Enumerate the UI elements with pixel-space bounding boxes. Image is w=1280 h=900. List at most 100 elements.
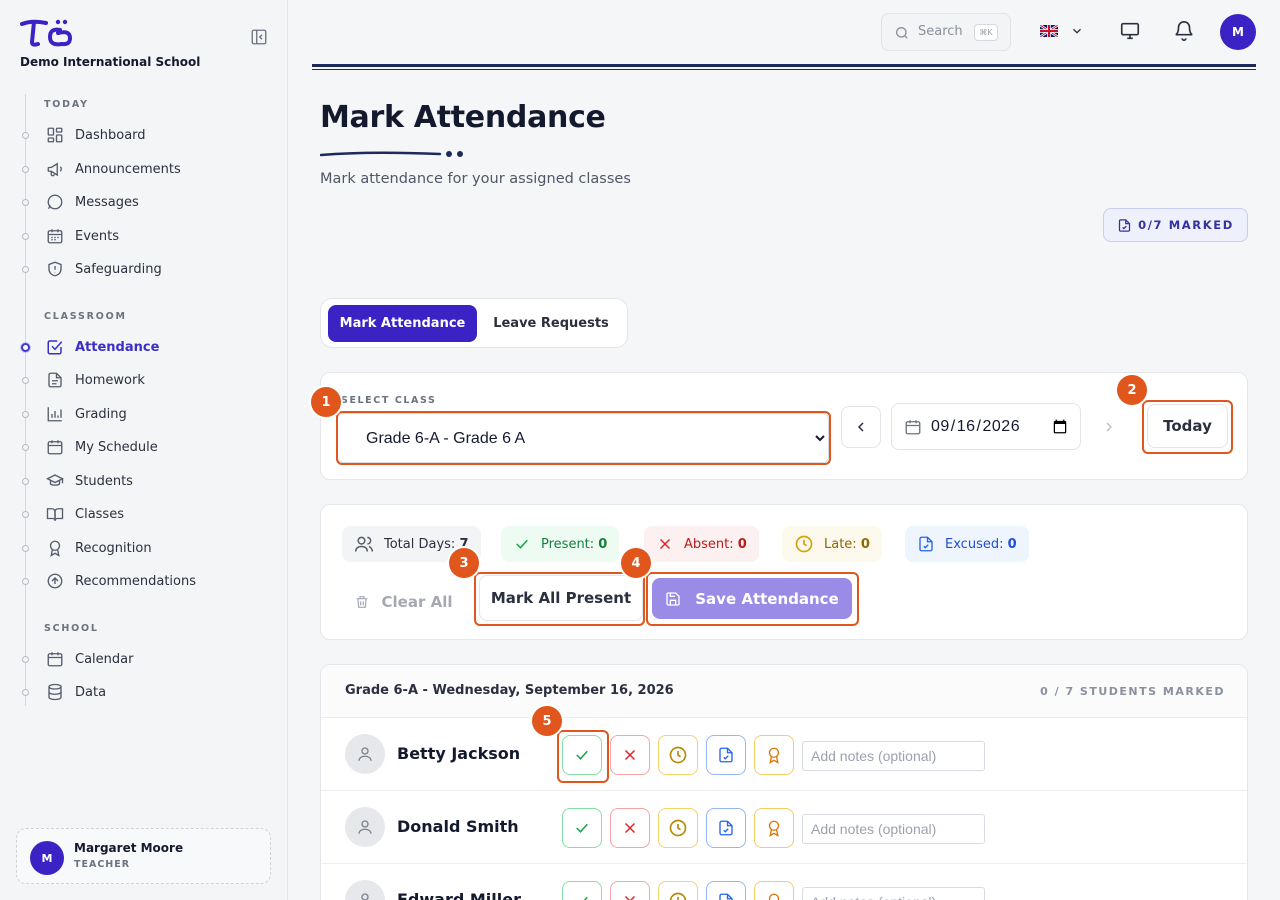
page-title: Mark Attendance <box>320 100 606 135</box>
logo-icon <box>20 19 73 47</box>
chevron-down-icon <box>1070 24 1084 38</box>
sidebar-item-data[interactable]: Data <box>0 677 286 707</box>
students-marked-count: 0 / 7 STUDENTS MARKED <box>1040 685 1225 698</box>
sidebar-item-messages[interactable]: Messages <box>0 187 286 217</box>
bar-chart-icon <box>46 405 64 423</box>
check-icon <box>576 750 588 760</box>
page-subtitle: Mark attendance for your assigned classe… <box>320 171 631 187</box>
mark-present-button[interactable] <box>562 735 602 775</box>
trash-icon <box>356 596 367 608</box>
date-picker[interactable] <box>891 403 1081 450</box>
date-input[interactable] <box>930 413 1070 441</box>
avatar: M <box>30 841 64 875</box>
mark-excused-button[interactable] <box>706 735 746 775</box>
calendar-icon <box>46 438 64 456</box>
mark-late-button[interactable] <box>658 808 698 848</box>
collapse-sidebar-button[interactable] <box>250 28 268 46</box>
monitor-icon[interactable] <box>1119 20 1141 42</box>
mark-present-button[interactable] <box>562 808 602 848</box>
tab-mark-attendance[interactable]: Mark Attendance <box>328 305 477 342</box>
megaphone-icon <box>46 160 64 178</box>
sidebar-item-calendar[interactable]: Calendar <box>0 644 286 674</box>
top-user-avatar[interactable]: M <box>1220 14 1256 50</box>
nav-dot <box>22 510 29 518</box>
user-name: Margaret Moore <box>74 841 184 855</box>
next-day-button[interactable] <box>1089 406 1129 448</box>
x-icon <box>624 749 636 761</box>
save-attendance-button[interactable]: Save Attendance <box>652 578 852 619</box>
language-selector[interactable] <box>1040 24 1084 38</box>
mark-absent-button[interactable] <box>610 735 650 775</box>
user-profile-card[interactable]: M Margaret Moore TEACHER <box>16 828 271 884</box>
award-recognition-button[interactable] <box>754 735 794 775</box>
nav-dot <box>22 131 29 139</box>
sidebar-item-label: My Schedule <box>75 439 158 455</box>
table-row: Edward Miller <box>321 864 1247 900</box>
dashboard-icon <box>46 126 64 144</box>
award-icon <box>768 820 780 837</box>
class-select[interactable]: Grade 6-A - Grade 6 A <box>337 413 829 463</box>
notes-input[interactable] <box>802 887 985 900</box>
nav-dot <box>22 655 29 663</box>
award-recognition-button[interactable] <box>754 881 794 900</box>
tab-leave-requests[interactable]: Leave Requests <box>485 305 617 342</box>
chevron-left-icon <box>857 422 864 432</box>
sidebar-item-dashboard[interactable]: Dashboard <box>0 120 286 150</box>
sidebar-item-my-schedule[interactable]: My Schedule <box>0 432 286 462</box>
mark-late-button[interactable] <box>658 881 698 900</box>
table-row: Donald Smith <box>321 791 1247 864</box>
sidebar-item-safeguarding[interactable]: Safeguarding <box>0 254 286 284</box>
sidebar-item-attendance[interactable]: Attendance <box>0 332 286 362</box>
mark-excused-button[interactable] <box>706 881 746 900</box>
today-button[interactable]: Today <box>1147 404 1228 448</box>
sidebar-item-recognition[interactable]: Recognition <box>0 533 286 563</box>
step-badge-4: 4 <box>621 548 651 578</box>
sidebar-item-classes[interactable]: Classes <box>0 499 286 529</box>
sidebar-item-label: Announcements <box>75 161 181 177</box>
mark-absent-button[interactable] <box>610 808 650 848</box>
step-badge-3: 3 <box>449 548 479 578</box>
mark-absent-button[interactable] <box>610 881 650 900</box>
mark-excused-button[interactable] <box>706 808 746 848</box>
award-recognition-button[interactable] <box>754 808 794 848</box>
search-icon <box>894 25 910 41</box>
mark-all-present-button[interactable]: Mark All Present <box>479 575 643 621</box>
sidebar-item-announcements[interactable]: Announcements <box>0 154 286 184</box>
notes-input[interactable] <box>802 741 985 771</box>
mark-present-button[interactable] <box>562 881 602 900</box>
previous-day-button[interactable] <box>841 406 881 448</box>
nav-dot <box>22 477 29 485</box>
save-attendance-label: Save Attendance <box>695 589 839 608</box>
bell-icon[interactable] <box>1173 20 1195 42</box>
sidebar-item-label: Students <box>75 473 133 489</box>
file-check-icon <box>719 747 733 763</box>
sidebar-item-label: Safeguarding <box>75 261 162 277</box>
present-stat: Present: 0 <box>501 526 620 562</box>
mark-late-button[interactable] <box>658 735 698 775</box>
sidebar-item-homework[interactable]: Homework <box>0 365 286 395</box>
nav-dot <box>22 198 29 206</box>
school-logo[interactable] <box>20 18 74 48</box>
student-avatar-icon <box>345 880 385 900</box>
x-icon <box>624 895 636 900</box>
notes-input[interactable] <box>802 814 985 844</box>
sidebar-item-grading[interactable]: Grading <box>0 399 286 429</box>
sidebar-item-students[interactable]: Students <box>0 466 286 496</box>
sidebar-item-events[interactable]: Events <box>0 221 286 251</box>
clock-icon <box>669 746 687 764</box>
search-input[interactable]: Search ⌘K <box>881 13 1011 51</box>
marked-count-badge: 0/7 MARKED <box>1103 208 1248 242</box>
student-name: Betty Jackson <box>397 744 521 763</box>
sidebar-item-label: Grading <box>75 406 127 422</box>
clear-all-button[interactable]: Clear All <box>341 582 465 622</box>
sidebar-item-recommendations[interactable]: Recommendations <box>0 566 286 596</box>
award-icon <box>46 539 64 557</box>
step-badge-2: 2 <box>1117 375 1147 405</box>
header-divider-thin <box>312 69 1256 70</box>
sidebar-item-label: Attendance <box>75 339 160 355</box>
save-icon <box>666 591 680 606</box>
nav-dot <box>22 232 29 240</box>
sidebar-collapse-icon <box>251 29 267 45</box>
step-badge-1: 1 <box>311 387 341 417</box>
school-name: Demo International School <box>20 55 201 69</box>
